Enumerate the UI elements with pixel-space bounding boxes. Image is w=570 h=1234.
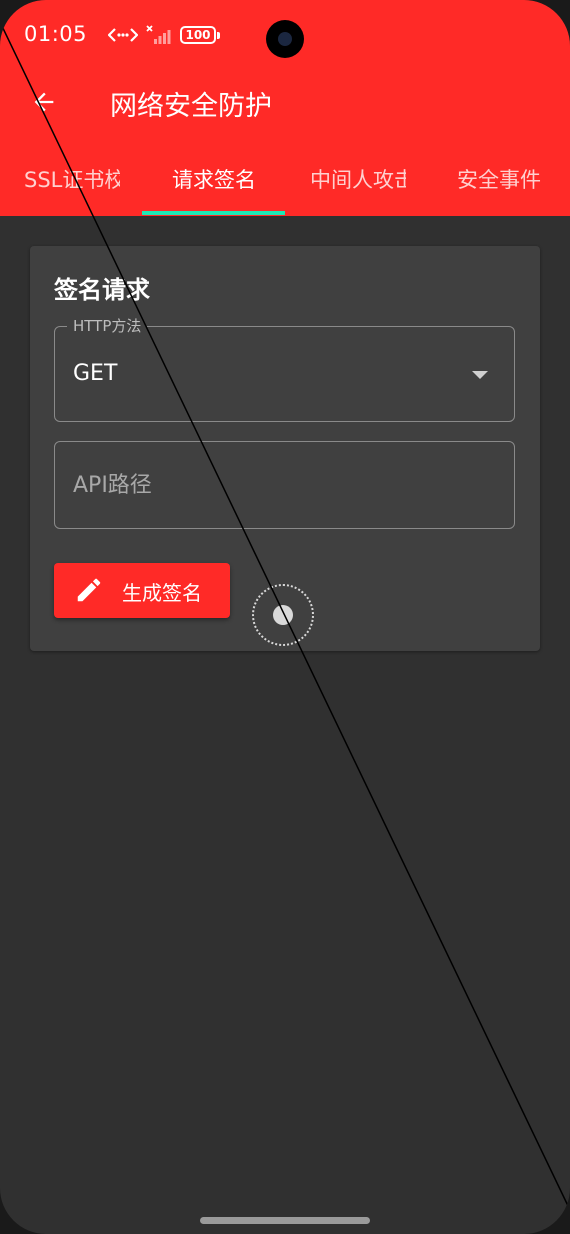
http-method-label: HTTP方法 xyxy=(67,315,148,336)
http-method-select[interactable]: HTTP方法 GET xyxy=(54,315,515,422)
dropdown-arrow-icon xyxy=(472,371,488,379)
app-header: 01:05 100 网络安全防护 SSL证书校 请求签名 中间人攻击 安全事件 xyxy=(0,0,570,216)
card-title: 签名请求 xyxy=(54,276,150,304)
arrow-left-icon xyxy=(34,92,54,112)
back-button[interactable] xyxy=(22,80,66,124)
network-speed-icon xyxy=(108,28,138,42)
status-time: 01:05 xyxy=(24,22,88,46)
status-icons: 100 xyxy=(108,22,220,48)
tab-ssl-certificate[interactable]: SSL证书校 xyxy=(24,164,120,194)
tab-request-signature[interactable]: 请求签名 xyxy=(172,164,256,194)
status-bar: 01:05 100 xyxy=(0,0,570,72)
tab-bar: SSL证书校 请求签名 中间人攻击 安全事件 xyxy=(0,144,570,216)
generate-signature-label: 生成签名 xyxy=(122,581,202,605)
api-path-input[interactable] xyxy=(55,442,514,528)
touch-dot xyxy=(273,605,293,625)
touch-indicator xyxy=(252,584,314,646)
generate-signature-button[interactable]: 生成签名 xyxy=(54,563,230,618)
front-camera xyxy=(266,20,304,58)
http-method-value: GET xyxy=(73,361,118,386)
tab-mitm-attack[interactable]: 中间人攻击 xyxy=(310,164,406,194)
battery-icon: 100 xyxy=(180,26,220,44)
tab-indicator xyxy=(142,211,285,215)
home-indicator[interactable] xyxy=(200,1217,370,1224)
api-path-field xyxy=(54,441,515,529)
phone-screen: 01:05 100 网络安全防护 SSL证书校 请求签名 中间人攻击 安全事件 … xyxy=(0,0,570,1234)
tab-security-events[interactable]: 安全事件 xyxy=(457,164,541,194)
battery-level: 100 xyxy=(185,28,211,42)
no-signal-icon xyxy=(146,25,171,44)
page-title: 网络安全防护 xyxy=(110,91,272,122)
app-bar: 网络安全防护 xyxy=(0,72,570,136)
pencil-icon xyxy=(77,578,101,602)
